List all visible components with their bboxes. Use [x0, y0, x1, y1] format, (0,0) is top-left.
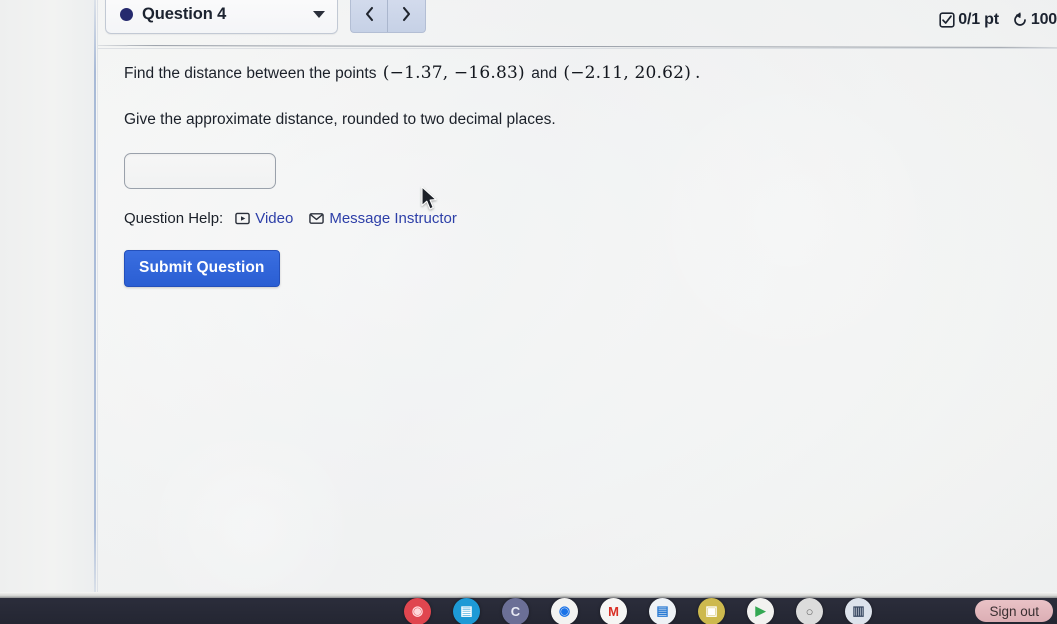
point-a-expression: (−1.37, −16.83) [382, 63, 525, 83]
sign-out-button[interactable]: Sign out [975, 600, 1053, 622]
prompt-conjunction: and [531, 65, 558, 82]
google-docs-icon[interactable]: ▤ [649, 597, 676, 624]
notes-app-icon-glyph: ▥ [852, 603, 865, 618]
notes-app-icon[interactable]: ▥ [845, 597, 872, 624]
message-instructor-link[interactable]: Message Instructor [309, 210, 457, 227]
score-status-bar: 0/1 pt 100 [939, 11, 1057, 29]
chromeos-shelf: ◉ ▤ C ◉ M ▤ ▣ ▶ ○ ▥ Sign out [0, 597, 1057, 624]
browser-page-surface: Question 4 0/1 pt 100 Find the distance … [0, 0, 1057, 624]
answer-input[interactable] [124, 152, 276, 189]
retry-circular-arrow-icon [1012, 12, 1028, 28]
video-help-link[interactable]: Video [235, 210, 293, 227]
question-nav-buttons [350, 0, 426, 33]
question-prompt: Find the distance between the points (−1… [124, 62, 1024, 85]
question-status-dot-icon [120, 8, 133, 21]
play-video-icon [235, 211, 250, 226]
prompt-period: . [695, 63, 701, 83]
question-selector-label: Question 4 [142, 4, 227, 23]
chrome-browser-icon[interactable]: ◉ [551, 597, 578, 624]
mouse-cursor [421, 186, 441, 212]
chrome-browser-icon-glyph: ◉ [558, 603, 571, 618]
header-divider-shadow [98, 48, 1057, 49]
question-help-row: Question Help: Video Message Instructor [124, 210, 1024, 227]
calculator-app-icon-glyph: ○ [805, 603, 814, 619]
chevron-right-icon [402, 6, 411, 22]
gmail-icon-glyph: M [608, 603, 619, 619]
submit-question-button[interactable]: Submit Question [124, 249, 280, 287]
question-selector-dropdown[interactable]: Question 4 [105, 0, 338, 34]
calculator-app-icon[interactable]: ○ [796, 597, 823, 624]
attempts-remaining-text: 100 [1030, 11, 1057, 28]
slides-presentation-icon-glyph: ▤ [460, 603, 473, 618]
screencast-recorder-icon[interactable]: ◉ [404, 597, 431, 624]
question-content: Find the distance between the points (−1… [124, 62, 1024, 287]
google-classroom-icon[interactable]: ▣ [698, 597, 725, 624]
prompt-text: Find the distance between the points [124, 65, 377, 82]
screen-glare [120, 440, 380, 610]
screencast-recorder-icon-glyph: ◉ [411, 603, 424, 618]
question-help-label: Question Help: [124, 209, 224, 227]
message-instructor-label: Message Instructor [329, 209, 457, 227]
checkbox-checked-icon [939, 12, 955, 28]
page-left-border [94, 0, 96, 598]
google-docs-icon-glyph: ▤ [656, 603, 669, 618]
points-earned-text: 0/1 pt [958, 11, 999, 28]
chevron-down-icon[interactable] [313, 10, 325, 18]
clever-portal-icon-glyph: C [510, 603, 521, 619]
play-store-icon[interactable]: ▶ [747, 597, 774, 624]
envelope-icon [309, 211, 325, 226]
shelf-app-list: ◉ ▤ C ◉ M ▤ ▣ ▶ ○ ▥ [404, 597, 872, 624]
clever-portal-icon[interactable]: C [502, 597, 529, 624]
gmail-icon[interactable]: M [600, 597, 627, 624]
slides-presentation-icon[interactable]: ▤ [453, 597, 480, 624]
play-store-icon-glyph: ▶ [755, 603, 766, 618]
chevron-left-icon [365, 6, 373, 22]
video-help-label: Video [255, 209, 294, 227]
previous-question-button[interactable] [350, 0, 388, 33]
page-left-gutter [0, 0, 96, 598]
page-left-border-shadow [97, 0, 98, 598]
google-classroom-icon-glyph: ▣ [705, 603, 718, 618]
next-question-button[interactable] [388, 0, 426, 33]
point-b-expression: (−2.11, 20.62) [563, 63, 692, 83]
question-instruction: Give the approximate distance, rounded t… [124, 110, 556, 128]
